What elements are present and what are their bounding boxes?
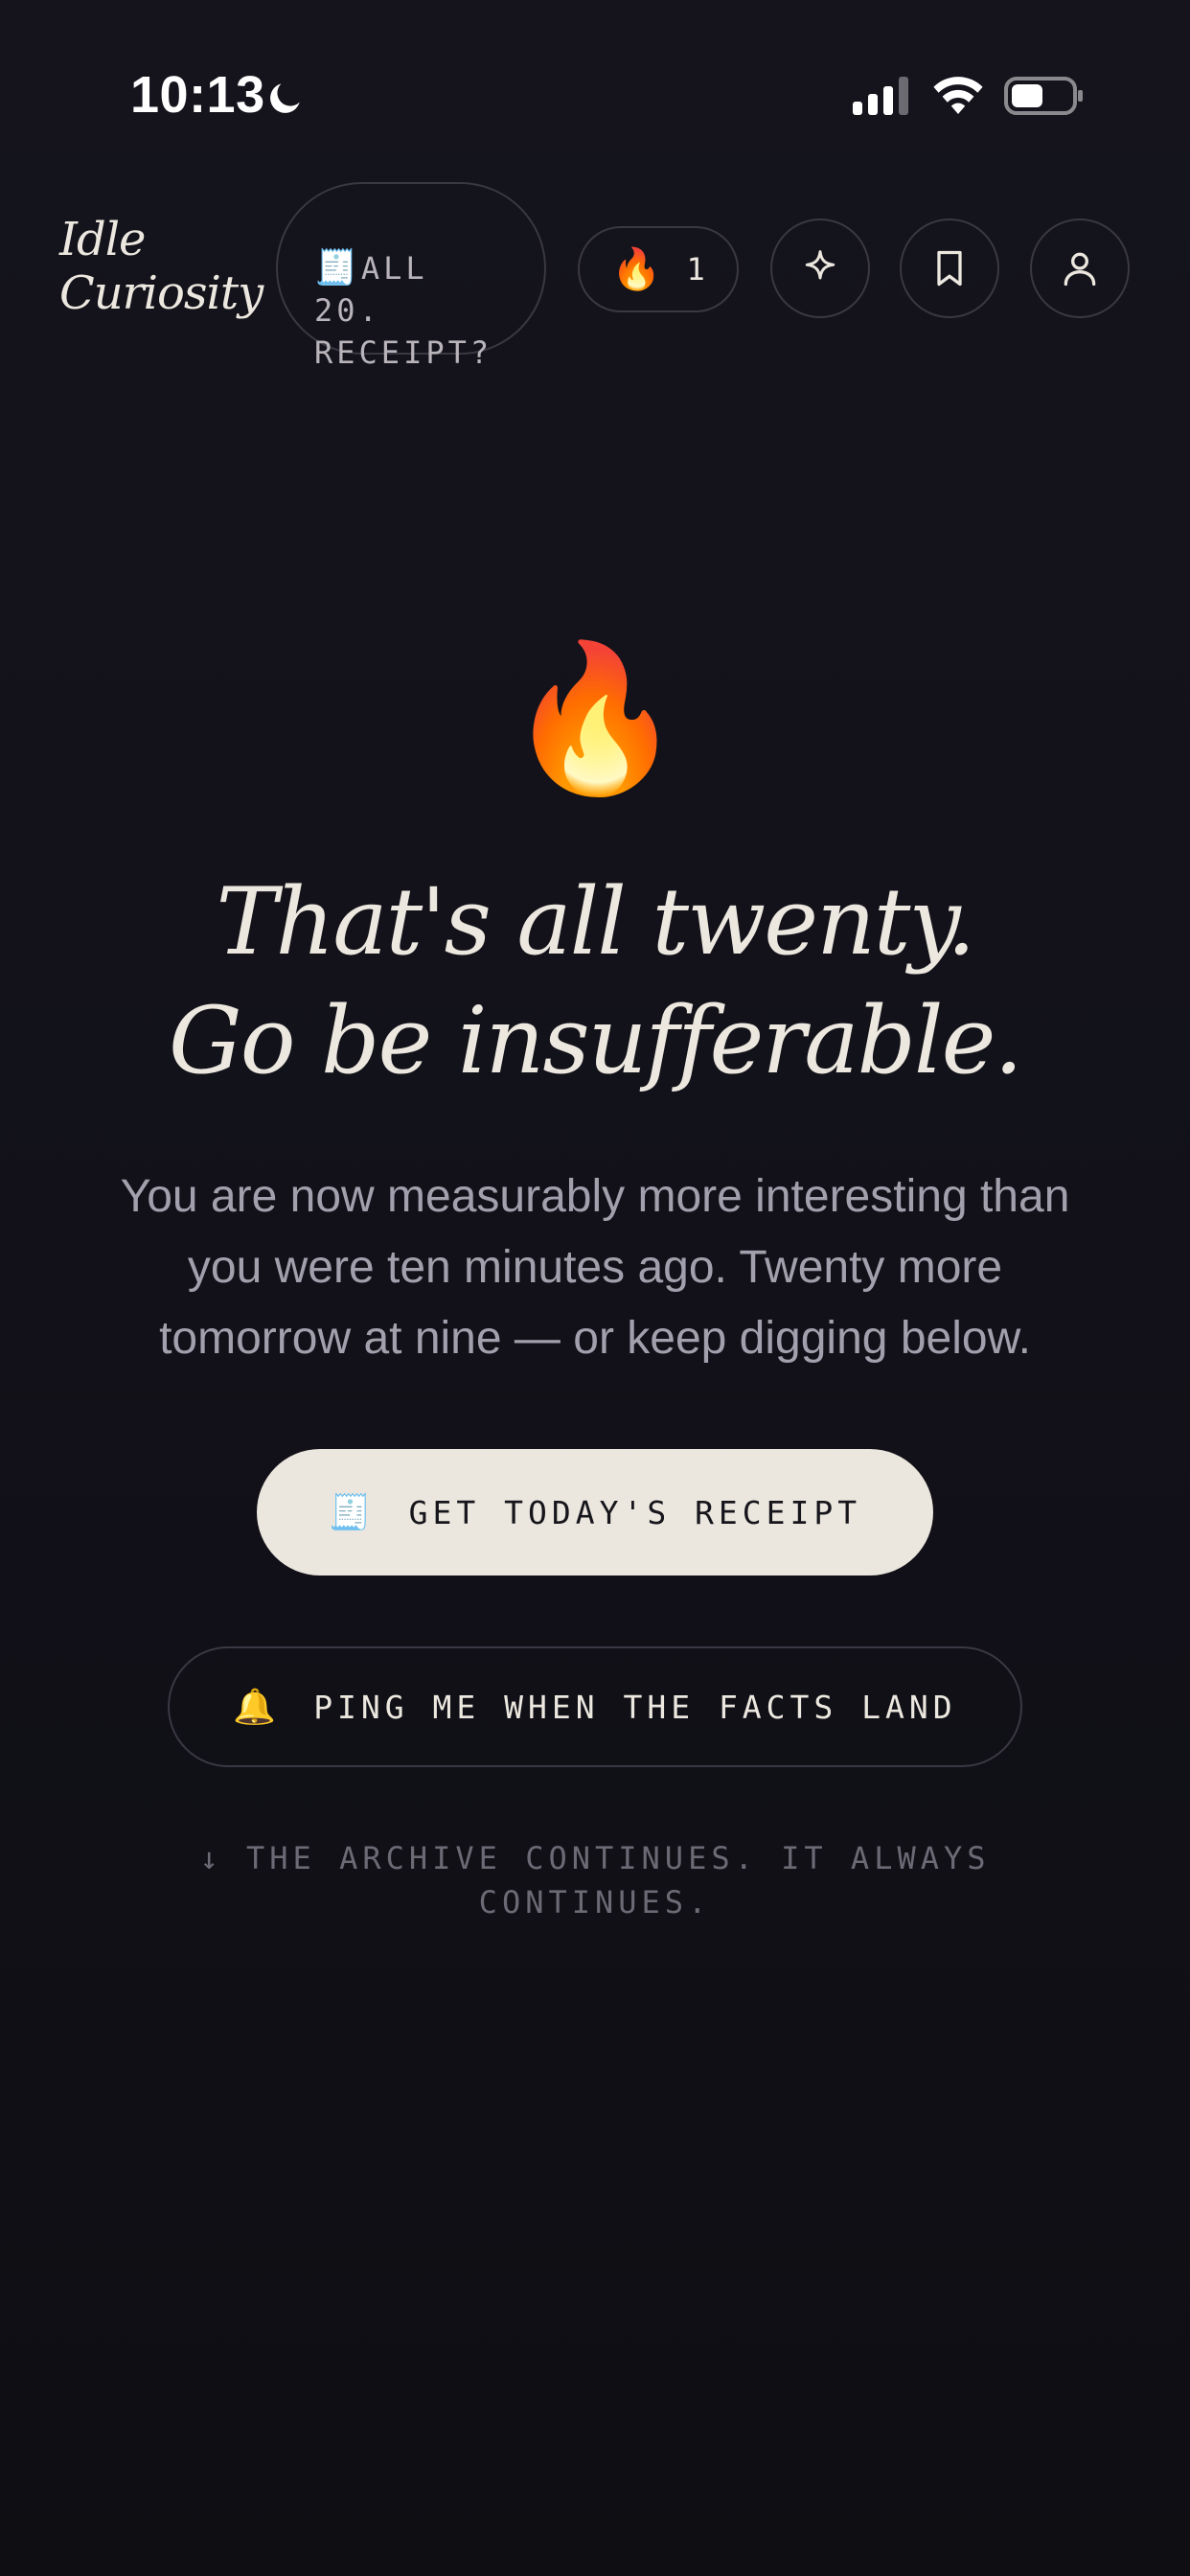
cellular-signal-icon xyxy=(853,77,908,115)
brand-line-2: Curiosity xyxy=(59,266,263,320)
fire-icon: 🔥 xyxy=(611,245,662,292)
brand-line-1: Idle xyxy=(59,213,146,266)
completion-subtext: You are now measurably more interesting … xyxy=(120,1171,1070,1364)
status-time: 10:13 xyxy=(130,66,265,124)
sparkle-icon xyxy=(805,250,835,280)
get-receipt-button[interactable]: 🧾 GET TODAY'S RECEIPT xyxy=(257,1449,933,1576)
wifi-icon xyxy=(933,77,983,114)
battery-icon xyxy=(1004,77,1083,115)
streak-pill[interactable]: 🔥 1 xyxy=(578,226,739,312)
headline-line-1: That's all twenty. xyxy=(216,868,976,976)
notify-me-label: PING ME WHEN THE FACTS LAND xyxy=(313,1688,957,1726)
archive-continues-note: ↓ THE ARCHIVE CONTINUES. IT ALWAYS CONTI… xyxy=(199,1840,991,1920)
receipt-icon: 🧾 xyxy=(328,1493,377,1532)
completion-headline: That's all twenty. Go be insufferable. xyxy=(0,862,1190,1100)
headline-line-2: Go be insufferable. xyxy=(169,987,1023,1094)
moon-icon xyxy=(270,83,300,113)
status-bar: 10:13 xyxy=(0,0,1190,192)
profile-button[interactable] xyxy=(1030,218,1130,318)
sparkle-button[interactable] xyxy=(770,218,870,318)
app-logo[interactable]: Idle Curiosity xyxy=(59,213,263,320)
get-receipt-label: GET TODAY'S RECEIPT xyxy=(408,1493,862,1531)
streak-count: 1 xyxy=(686,251,705,288)
fire-emoji-icon: 🔥 xyxy=(505,635,685,802)
receipt-status-pill[interactable]: 🧾ALL 20. RECEIPT? xyxy=(276,182,546,371)
bookmark-button[interactable] xyxy=(900,218,999,318)
receipt-icon: 🧾 xyxy=(314,248,361,288)
bell-icon: 🔔 xyxy=(233,1688,282,1727)
app-header: Idle Curiosity 🧾ALL 20. RECEIPT? 🔥 1 xyxy=(0,182,1190,371)
profile-icon xyxy=(1064,252,1096,287)
notify-me-button[interactable]: 🔔 PING ME WHEN THE FACTS LAND xyxy=(168,1646,1022,1767)
bookmark-icon xyxy=(937,250,962,287)
